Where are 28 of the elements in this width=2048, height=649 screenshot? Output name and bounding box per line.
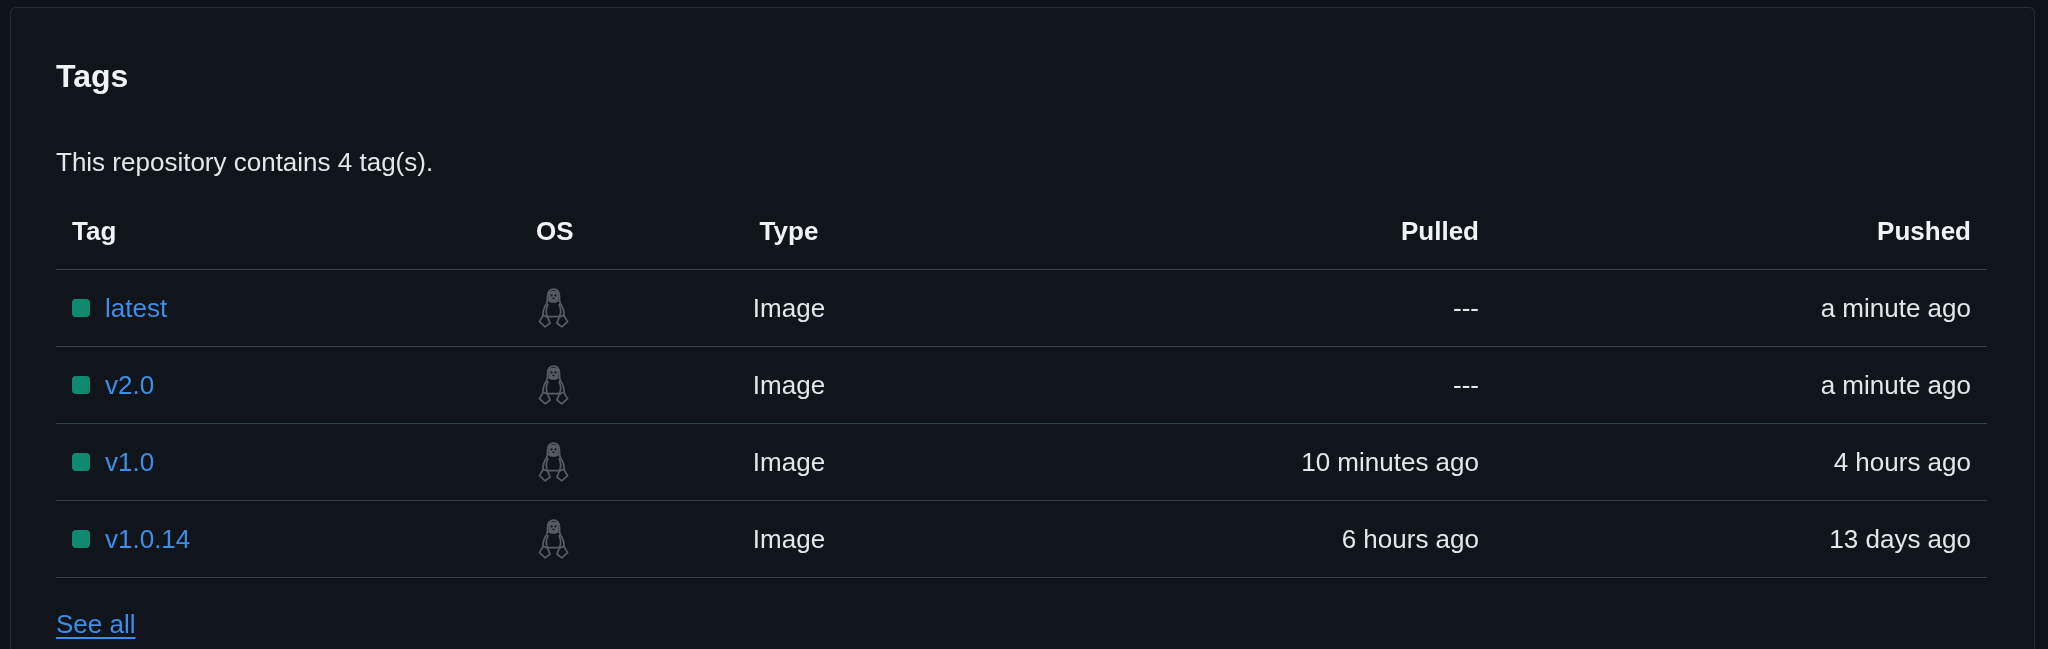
penguin-icon [537, 518, 570, 560]
penguin-icon [537, 287, 570, 329]
column-header: Pushed [1877, 215, 1971, 247]
image-type-text: Image [752, 446, 826, 478]
tag-link[interactable]: latest [105, 292, 168, 324]
image-type-text: Image [752, 523, 826, 555]
pushed-time: a minute ago [1820, 292, 1971, 324]
column-header: Type [759, 215, 819, 247]
tag-link[interactable]: v2.0 [105, 369, 155, 401]
section-title: Tags [56, 57, 130, 95]
tag-link[interactable]: v1.0 [105, 446, 155, 478]
column-header: Pulled [1401, 215, 1479, 247]
pushed-time: a minute ago [1820, 369, 1971, 401]
tag-link[interactable]: v1.0.14 [105, 523, 191, 555]
pulled-time: 6 hours ago [1341, 523, 1479, 555]
column-header: OS [536, 215, 574, 247]
penguin-icon [537, 441, 570, 483]
penguin-icon [537, 364, 570, 406]
repository-summary: This repository contains 4 tag(s). [56, 146, 435, 178]
see-all-link[interactable]: See all [56, 608, 136, 640]
pulled-time: --- [1453, 292, 1479, 324]
column-header: Tag [72, 215, 117, 247]
pushed-time: 4 hours ago [1833, 446, 1971, 478]
pulled-time: 10 minutes ago [1301, 446, 1479, 478]
pushed-time: 13 days ago [1829, 523, 1971, 555]
image-type-text: Image [752, 369, 826, 401]
image-type-text: Image [752, 292, 826, 324]
pulled-time: --- [1453, 369, 1479, 401]
